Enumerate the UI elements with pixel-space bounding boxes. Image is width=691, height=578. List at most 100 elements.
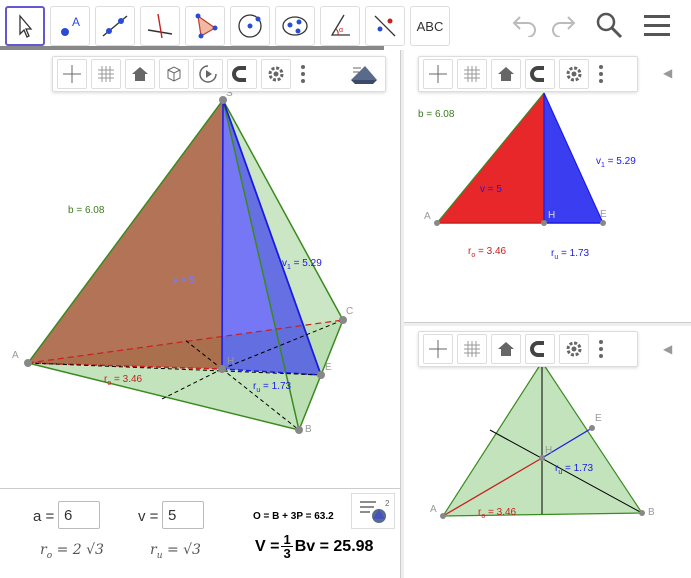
point-e[interactable] — [317, 371, 325, 379]
line-tool-button[interactable] — [95, 6, 135, 46]
side-point-capturing-button[interactable] — [525, 59, 555, 89]
horizontal-pane-divider[interactable] — [404, 322, 691, 326]
circle-tool-button[interactable] — [230, 6, 270, 46]
side-point-h[interactable] — [541, 220, 547, 226]
undo-button[interactable] — [510, 10, 540, 40]
side-standard-view-button[interactable] — [491, 59, 521, 89]
side-label-a: A — [424, 211, 431, 222]
point-tool-button[interactable]: A — [50, 6, 90, 46]
perpendicular-line-icon — [147, 13, 173, 39]
side-point-e[interactable] — [600, 220, 606, 226]
projection-toggle-button[interactable] — [347, 59, 381, 89]
gear-icon — [566, 341, 582, 357]
rotate-view-button[interactable] — [193, 59, 223, 89]
algebra-input-panel: a = v = O = B + 3P = 63.2 ro = 2 √3 ru =… — [0, 488, 400, 578]
side-show-grid-button[interactable] — [457, 59, 487, 89]
move-tool-button[interactable] — [5, 6, 45, 46]
label-a: A — [12, 350, 19, 361]
circle-center-point-icon — [238, 14, 262, 38]
base-show-axes-button[interactable] — [423, 334, 453, 364]
vertical-pane-divider[interactable] — [400, 50, 404, 578]
angle-icon: α — [330, 14, 350, 36]
base-more-menu[interactable] — [593, 334, 609, 364]
label-c: C — [346, 306, 353, 317]
base-show-grid-button[interactable] — [457, 334, 487, 364]
axes-icon — [63, 65, 81, 83]
point-a[interactable] — [24, 359, 32, 367]
side-label-h: H — [548, 210, 555, 221]
base-label-a: A — [430, 504, 437, 515]
algebra-view-toggle-button[interactable]: 2 — [351, 493, 395, 529]
polygon-tool-button[interactable] — [185, 6, 225, 46]
graphics-3d-view[interactable]: S A B C E H b = 6.08 v1 = 5.29 v = 5 ro … — [0, 50, 400, 488]
axes-icon — [429, 340, 447, 358]
label-v: v = 5 — [173, 275, 195, 286]
label-e: E — [325, 362, 332, 373]
show-grid-button[interactable] — [91, 59, 121, 89]
magnet-icon — [232, 66, 246, 82]
view3d-stylebar — [52, 56, 386, 92]
home-icon — [132, 67, 148, 81]
side-collapse-arrow-icon[interactable]: ◀ — [663, 66, 672, 80]
point-icon: A — [61, 15, 80, 36]
home-icon — [498, 342, 514, 356]
volume-formula: V = 1 3 Bv = 25.98 — [255, 532, 374, 561]
view3d-more-menu[interactable] — [295, 59, 311, 89]
v-input[interactable] — [162, 501, 204, 529]
label-b: B — [305, 424, 312, 435]
side-settings-button[interactable] — [559, 59, 589, 89]
base-point-a[interactable] — [440, 513, 446, 519]
text-tool-label: ABC — [416, 18, 444, 34]
ellipse-tool-button[interactable] — [275, 6, 315, 46]
view3d-settings-button[interactable] — [261, 59, 291, 89]
height-v — [221, 99, 224, 370]
ellipse-icon — [282, 16, 308, 36]
search-button[interactable] — [594, 10, 624, 40]
grid-icon — [98, 66, 114, 82]
surface-area-formula: O = B + 3P = 63.2 — [253, 511, 334, 522]
perpendicular-tool-button[interactable] — [140, 6, 180, 46]
magnet-icon — [530, 341, 544, 357]
axes-icon — [429, 65, 447, 83]
base-label-e: E — [595, 413, 602, 424]
point-c[interactable] — [339, 316, 347, 324]
point-b[interactable] — [295, 426, 303, 434]
line-icon — [102, 15, 128, 37]
side-label-ro: ro = 3.46 — [468, 246, 507, 259]
text-tool-button[interactable]: ABC — [410, 6, 450, 46]
svg-text:2: 2 — [385, 499, 390, 508]
base-collapse-arrow-icon[interactable]: ◀ — [663, 342, 672, 356]
base-point-e[interactable] — [589, 425, 595, 431]
angle-tool-button[interactable]: α — [320, 6, 360, 46]
point-capturing-button[interactable] — [227, 59, 257, 89]
ro-formula: ro = 2 √3 — [40, 542, 104, 561]
base-view-stylebar — [418, 331, 638, 367]
show-box-button[interactable] — [159, 59, 189, 89]
main-menu-button[interactable] — [642, 10, 672, 40]
reflect-about-line-icon — [374, 15, 396, 37]
side-point-a[interactable] — [434, 220, 440, 226]
magnet-icon — [530, 66, 544, 82]
base-label-h: H — [545, 445, 552, 456]
gear-icon — [268, 66, 284, 82]
point-h[interactable] — [218, 365, 226, 373]
standard-view-button[interactable] — [125, 59, 155, 89]
base-point-capturing-button[interactable] — [525, 334, 555, 364]
side-more-menu[interactable] — [593, 59, 609, 89]
redo-icon — [552, 16, 576, 37]
grid-icon — [464, 341, 480, 357]
projection-icon — [351, 66, 377, 84]
base-label-b: B — [648, 507, 655, 518]
label-h: H — [227, 356, 234, 367]
side-label-v1: v1 = 5.29 — [596, 156, 636, 169]
base-standard-view-button[interactable] — [491, 334, 521, 364]
reflect-tool-button[interactable] — [365, 6, 405, 46]
show-axes-button[interactable] — [57, 59, 87, 89]
redo-button[interactable] — [548, 10, 578, 40]
base-settings-button[interactable] — [559, 334, 589, 364]
base-point-b[interactable] — [639, 510, 645, 516]
a-input[interactable] — [58, 501, 100, 529]
side-show-axes-button[interactable] — [423, 59, 453, 89]
undo-icon — [512, 16, 536, 37]
search-icon — [596, 12, 623, 39]
